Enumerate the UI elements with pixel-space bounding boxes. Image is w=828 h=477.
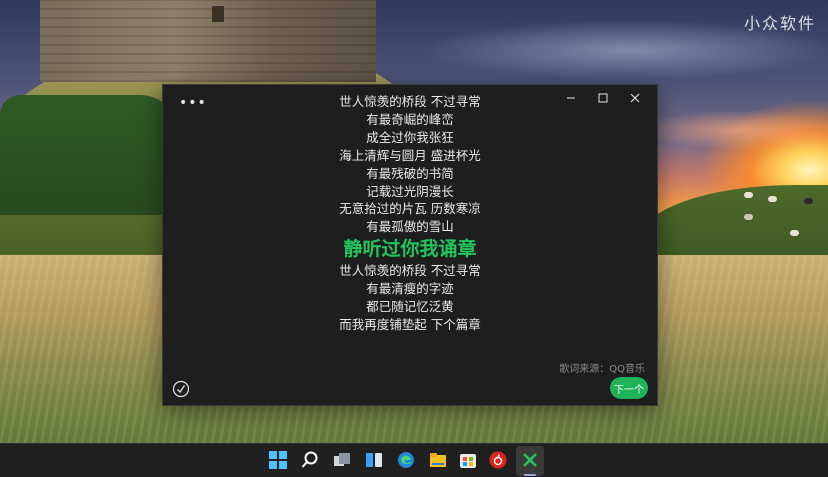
lyric-line: 无意拾过的片瓦 历数寒凉 (339, 201, 481, 217)
lyrics-source-label: 歌词来源：QQ音乐 (559, 364, 645, 375)
running-indicator (524, 474, 536, 476)
lyric-line: 世人惊羡的桥段 不过寻常 (339, 94, 481, 109)
netease-music-icon[interactable] (488, 450, 508, 470)
search-icon[interactable] (300, 450, 320, 470)
check-circle-icon (172, 380, 190, 398)
lyrics-app-icon[interactable] (520, 450, 540, 470)
lyric-line: 有最清瘦的字迹 (366, 281, 454, 297)
lyric-line: 有最孤傲的雪山 (366, 219, 454, 235)
windows-start-icon[interactable] (268, 450, 288, 470)
lyric-line: 海上清辉与圆月 盛进杯光 (339, 147, 481, 163)
edge-browser-icon[interactable] (396, 450, 416, 470)
next-button[interactable]: 下一个 (610, 377, 648, 399)
widgets-icon[interactable] (364, 450, 384, 470)
lyric-line: 有最奇崛的峰峦 (366, 111, 454, 127)
lyric-line: 都已随记忆泛黄 (366, 299, 454, 315)
confirm-button[interactable] (172, 380, 190, 402)
lyrics-panel: 世人惊羡的桥段 不过寻常 有最奇崛的峰峦 成全过你我张狂 海上清辉与圆月 盛进杯… (163, 93, 657, 334)
lyrics-window: ••• 世人惊羡的桥段 不过寻常 有最奇崛的峰峦 成全过你我张狂 海上清辉与圆月… (162, 84, 658, 406)
lyric-line: 成全过你我张狂 (366, 129, 454, 145)
lyric-line: 记载过光阴漫长 (366, 183, 454, 199)
lyric-line: 有最残破的书简 (366, 165, 454, 181)
watermark-text: 小众软件 (743, 14, 816, 33)
lyric-line: 而我再度铺垫起 下个篇章 (339, 316, 481, 332)
castle-ruin (40, 0, 376, 82)
lyric-line: 世人惊羡的桥段 不过寻常 (339, 263, 481, 279)
file-explorer-icon[interactable] (428, 450, 448, 470)
task-view-icon[interactable] (332, 450, 352, 470)
taskbar (0, 443, 828, 477)
microsoft-store-icon[interactable] (458, 450, 478, 470)
current-lyric-line: 静听过你我诵章 (343, 238, 477, 261)
